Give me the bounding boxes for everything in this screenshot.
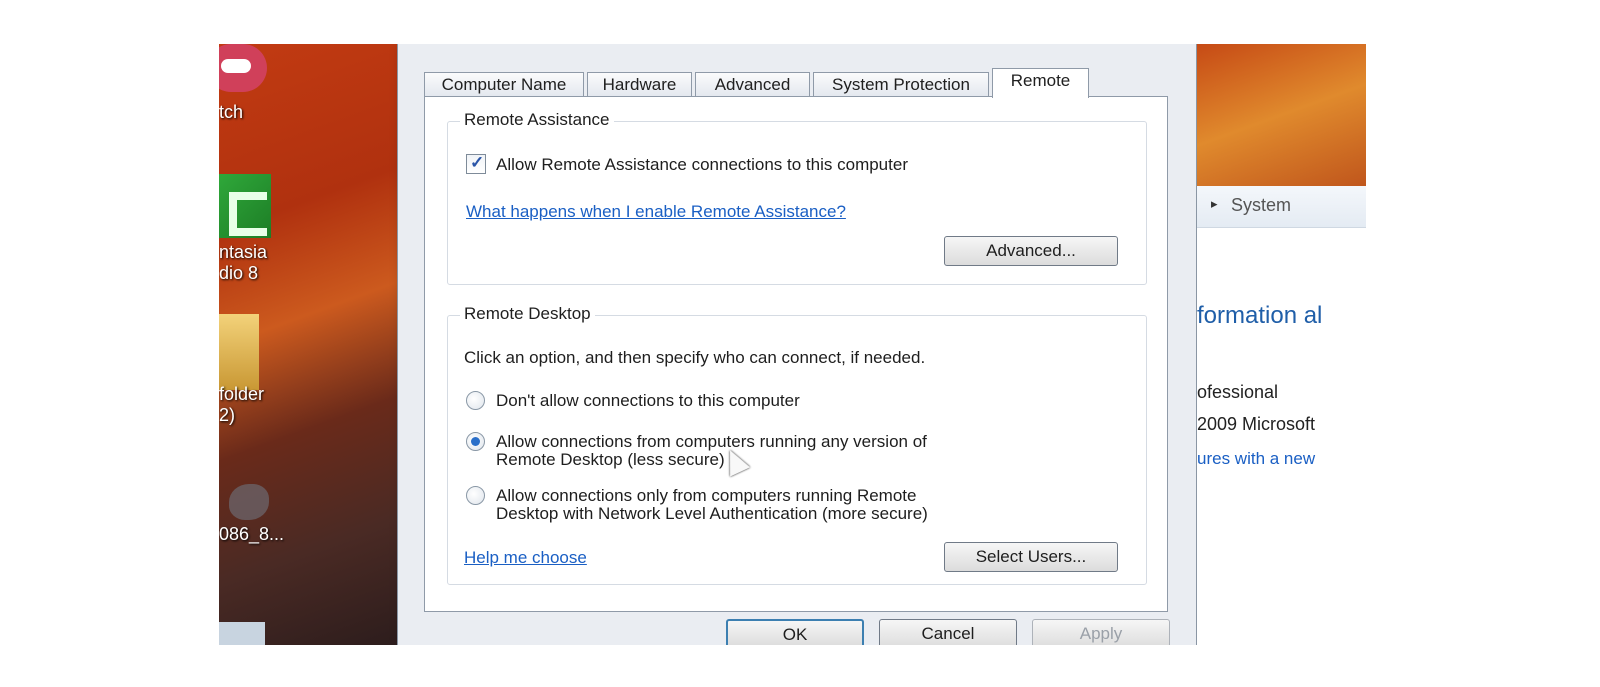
- copyright-text: 2009 Microsoft: [1197, 414, 1316, 434]
- user-icon[interactable]: [219, 622, 265, 645]
- checkmark-icon: ✓: [470, 153, 485, 172]
- radio-allow-nla-only-label-line2[interactable]: Desktop with Network Level Authenticatio…: [496, 504, 928, 523]
- remote-desktop-instruction: Click an option, and then specify who ca…: [464, 348, 926, 367]
- radio-allow-nla-only-label[interactable]: Allow connections only from computers ru…: [496, 486, 916, 505]
- tab-computer-name[interactable]: Computer Name: [424, 72, 584, 97]
- tab-panel-remote: Remote Assistance ✓ Allow Remote Assista…: [424, 96, 1168, 612]
- remote-desktop-group: Remote Desktop Click an option, and then…: [447, 304, 1147, 585]
- radio-allow-any-version[interactable]: [466, 432, 485, 451]
- remote-assistance-legend: Remote Assistance: [460, 110, 614, 130]
- ok-button[interactable]: OK: [726, 619, 864, 645]
- tab-remote[interactable]: Remote: [992, 68, 1089, 98]
- tab-system-protection[interactable]: System Protection: [813, 72, 989, 97]
- radio-dont-allow[interactable]: [466, 391, 485, 410]
- desktop-icon-label[interactable]: tch: [219, 102, 243, 123]
- select-users-button[interactable]: Select Users...: [944, 542, 1118, 572]
- cancel-button[interactable]: Cancel: [879, 619, 1017, 645]
- folder-icon[interactable]: [219, 314, 259, 390]
- screen: tch ntasia dio 8 folder 2) 086_8... Comp…: [219, 44, 1366, 645]
- radio-allow-nla-only[interactable]: [466, 486, 485, 505]
- desktop-icon-label[interactable]: 086_8...: [219, 524, 284, 545]
- app-icon[interactable]: [219, 44, 267, 92]
- radio-allow-any-version-label[interactable]: Allow connections from computers running…: [496, 432, 927, 451]
- desktop: tch ntasia dio 8 folder 2) 086_8...: [219, 44, 419, 645]
- allow-remote-assistance-checkbox[interactable]: ✓: [466, 153, 486, 174]
- upgrade-link[interactable]: ures with a new: [1197, 449, 1315, 469]
- camtasia-icon[interactable]: [219, 174, 271, 238]
- desktop-icon-label[interactable]: folder 2): [219, 384, 264, 426]
- system-properties-dialog: Computer Name Hardware Advanced System P…: [397, 44, 1197, 645]
- tab-hardware[interactable]: Hardware: [587, 72, 692, 97]
- remote-desktop-legend: Remote Desktop: [460, 304, 595, 324]
- tab-advanced[interactable]: Advanced: [695, 72, 810, 97]
- allow-remote-assistance-label[interactable]: Allow Remote Assistance connections to t…: [496, 155, 908, 174]
- radio-allow-any-version-label-line2[interactable]: Remote Desktop (less secure): [496, 450, 725, 469]
- advanced-button[interactable]: Advanced...: [944, 236, 1118, 266]
- windows-edition: ofessional: [1197, 382, 1279, 402]
- system-control-panel-window: ▸ System formation al ofessional 2009 Mi…: [1197, 44, 1366, 645]
- remote-assistance-help-link[interactable]: What happens when I enable Remote Assist…: [466, 202, 846, 221]
- help-me-choose-link[interactable]: Help me choose: [464, 548, 587, 567]
- page-heading: formation al: [1197, 302, 1323, 329]
- radio-dont-allow-label[interactable]: Don't allow connections to this computer: [496, 391, 800, 410]
- remote-assistance-group: Remote Assistance ✓ Allow Remote Assista…: [447, 110, 1147, 285]
- breadcrumb-arrow-icon: ▸: [1211, 196, 1218, 211]
- desktop-wallpaper: [1197, 44, 1366, 186]
- apply-button[interactable]: Apply: [1032, 619, 1170, 645]
- desktop-icon-label[interactable]: ntasia dio 8: [219, 242, 267, 284]
- address-bar[interactable]: ▸ System: [1197, 186, 1366, 228]
- file-icon[interactable]: [229, 484, 269, 520]
- breadcrumb-system[interactable]: System: [1231, 195, 1291, 216]
